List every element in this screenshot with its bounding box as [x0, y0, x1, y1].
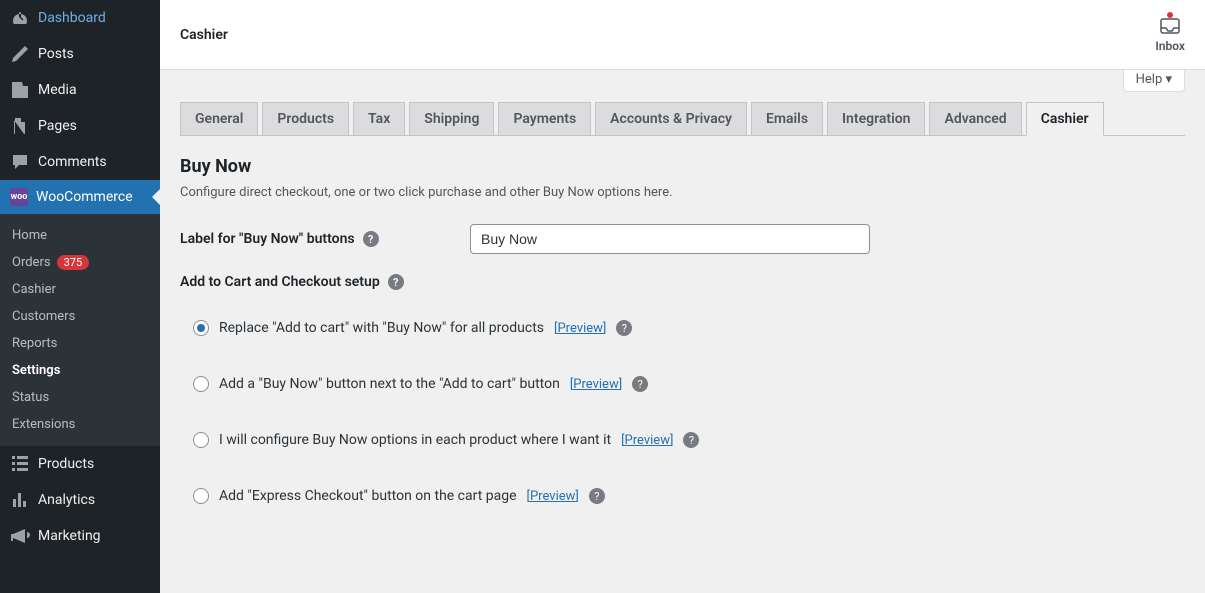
help-icon[interactable]: ?	[632, 376, 648, 392]
sidebar-label: Pages	[38, 118, 77, 134]
sidebar-item-marketing[interactable]: Marketing	[0, 518, 160, 554]
submenu-cashier[interactable]: Cashier	[0, 276, 160, 303]
inbox-button[interactable]: Inbox	[1155, 16, 1185, 53]
help-icon[interactable]: ?	[589, 488, 605, 504]
marketing-icon	[10, 526, 30, 546]
option-express-checkout: Add "Express Checkout" button on the car…	[193, 488, 1185, 504]
sidebar-label: Posts	[38, 46, 74, 62]
submenu-reports[interactable]: Reports	[0, 330, 160, 357]
buy-now-label-input[interactable]	[470, 224, 870, 254]
option-replace-add-to-cart: Replace "Add to cart" with "Buy Now" for…	[193, 320, 1185, 336]
preview-link[interactable]: Preview	[527, 489, 579, 504]
help-tab[interactable]: Help ▾	[1123, 70, 1185, 92]
sidebar-label: Dashboard	[38, 10, 106, 26]
tab-integration[interactable]: Integration	[827, 102, 925, 135]
label-field-row: Label for "Buy Now" buttons ?	[180, 224, 1185, 254]
submenu-home[interactable]: Home	[0, 222, 160, 249]
tab-tax[interactable]: Tax	[353, 102, 405, 135]
radio-option-1[interactable]	[193, 320, 209, 336]
submenu-extensions[interactable]: Extensions	[0, 411, 160, 438]
pages-icon	[10, 116, 30, 136]
submenu-orders[interactable]: Orders375	[0, 249, 160, 276]
sidebar-label: Analytics	[38, 492, 95, 508]
dashboard-icon	[10, 8, 30, 28]
section-title: Buy Now	[180, 156, 1185, 177]
tab-advanced[interactable]: Advanced	[929, 102, 1021, 135]
radio-option-4[interactable]	[193, 488, 209, 504]
section-description: Configure direct checkout, one or two cl…	[180, 185, 1185, 200]
label-field-label: Label for "Buy Now" buttons ?	[180, 231, 470, 247]
tab-accounts[interactable]: Accounts & Privacy	[595, 102, 747, 135]
products-icon	[10, 454, 30, 474]
sidebar-submenu: Home Orders375 Cashier Customers Reports…	[0, 214, 160, 446]
help-icon[interactable]: ?	[683, 432, 699, 448]
admin-sidebar: Dashboard Posts Media Pages Comments woo…	[0, 0, 160, 593]
comments-icon	[10, 152, 30, 172]
help-icon[interactable]: ?	[616, 320, 632, 336]
sidebar-label: Comments	[38, 154, 107, 170]
preview-link[interactable]: Preview	[621, 433, 673, 448]
radio-option-3[interactable]	[193, 432, 209, 448]
submenu-settings[interactable]: Settings	[0, 357, 160, 384]
radio-option-2[interactable]	[193, 376, 209, 392]
sidebar-label: Media	[38, 82, 77, 98]
sidebar-label: Products	[38, 456, 94, 472]
orders-badge: 375	[57, 255, 90, 270]
main-content: Cashier Inbox Help ▾ General Products Ta…	[160, 0, 1205, 593]
inbox-icon	[1158, 16, 1182, 36]
sidebar-item-products[interactable]: Products	[0, 446, 160, 482]
sidebar-item-comments[interactable]: Comments	[0, 144, 160, 180]
page-title: Cashier	[180, 27, 228, 43]
tab-cashier[interactable]: Cashier	[1026, 102, 1104, 136]
tab-products[interactable]: Products	[262, 102, 349, 135]
sidebar-item-media[interactable]: Media	[0, 72, 160, 108]
sidebar-item-analytics[interactable]: Analytics	[0, 482, 160, 518]
sidebar-item-pages[interactable]: Pages	[0, 108, 160, 144]
posts-icon	[10, 44, 30, 64]
analytics-icon	[10, 490, 30, 510]
woo-icon: woo	[10, 188, 28, 206]
tab-general[interactable]: General	[180, 102, 258, 135]
help-bar: Help ▾	[160, 70, 1205, 92]
help-icon[interactable]: ?	[388, 274, 404, 290]
sidebar-item-woocommerce[interactable]: woo WooCommerce	[0, 180, 160, 214]
settings-content: General Products Tax Shipping Payments A…	[160, 92, 1205, 593]
option-add-buy-now-button: Add a "Buy Now" button next to the "Add …	[193, 376, 1185, 392]
media-icon	[10, 80, 30, 100]
page-header: Cashier Inbox	[160, 0, 1205, 70]
sidebar-label: WooCommerce	[36, 189, 133, 205]
submenu-customers[interactable]: Customers	[0, 303, 160, 330]
tab-emails[interactable]: Emails	[751, 102, 823, 135]
sidebar-item-posts[interactable]: Posts	[0, 36, 160, 72]
tab-shipping[interactable]: Shipping	[409, 102, 494, 135]
sidebar-item-dashboard[interactable]: Dashboard	[0, 0, 160, 36]
preview-link[interactable]: Preview	[554, 321, 606, 336]
tab-payments[interactable]: Payments	[498, 102, 591, 135]
notification-dot	[1167, 12, 1173, 18]
submenu-status[interactable]: Status	[0, 384, 160, 411]
help-icon[interactable]: ?	[363, 231, 379, 247]
setup-section-label: Add to Cart and Checkout setup ?	[180, 274, 1185, 290]
settings-tabs: General Products Tax Shipping Payments A…	[180, 102, 1185, 136]
preview-link[interactable]: Preview	[570, 377, 622, 392]
option-configure-per-product: I will configure Buy Now options in each…	[193, 432, 1185, 448]
sidebar-label: Marketing	[38, 528, 101, 544]
